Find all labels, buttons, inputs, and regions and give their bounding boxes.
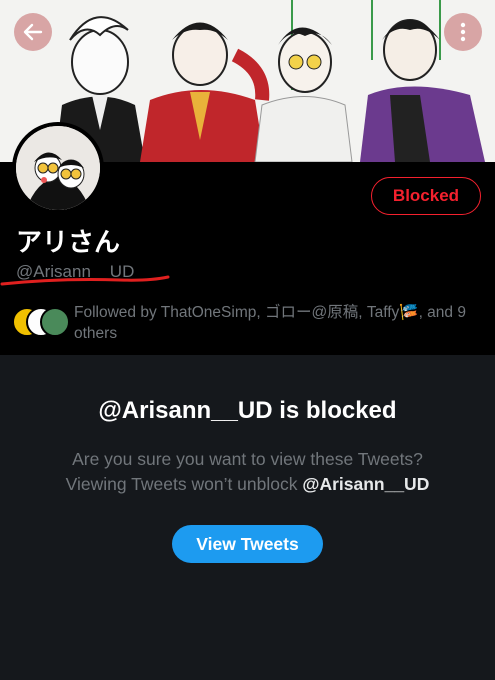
avatar-image: [16, 126, 100, 210]
red-underline-annotation: [0, 275, 170, 286]
view-tweets-button[interactable]: View Tweets: [172, 525, 323, 563]
followed-by-text[interactable]: Followed by ThatOneSimp, ゴロー@原稿, Taffy🎏,…: [74, 302, 484, 344]
followers-avatar-stack[interactable]: [12, 307, 72, 337]
blocked-description: Are you sure you want to view these Twee…: [40, 447, 455, 497]
avatar[interactable]: [12, 122, 104, 214]
more-options-button[interactable]: [444, 13, 482, 51]
blocked-description-line2: Viewing Tweets won’t unblock: [65, 474, 303, 494]
blocked-description-line1: Are you sure you want to view these Twee…: [72, 449, 423, 469]
back-button[interactable]: [14, 13, 52, 51]
profile-header: Blocked アリさん @Arisann__UD Followed by Th…: [0, 122, 495, 355]
blocked-title: @Arisann__UD is blocked: [98, 397, 397, 424]
follower-avatar: [40, 307, 70, 337]
display-name: アリさん: [16, 228, 121, 258]
blocked-description-handle: @Arisann__UD: [302, 474, 430, 494]
blocked-button[interactable]: Blocked: [371, 177, 481, 215]
arrow-left-icon: [23, 23, 43, 41]
blocked-notice-panel: @Arisann__UD is blocked Are you sure you…: [0, 355, 495, 680]
more-vertical-icon: [460, 22, 466, 42]
